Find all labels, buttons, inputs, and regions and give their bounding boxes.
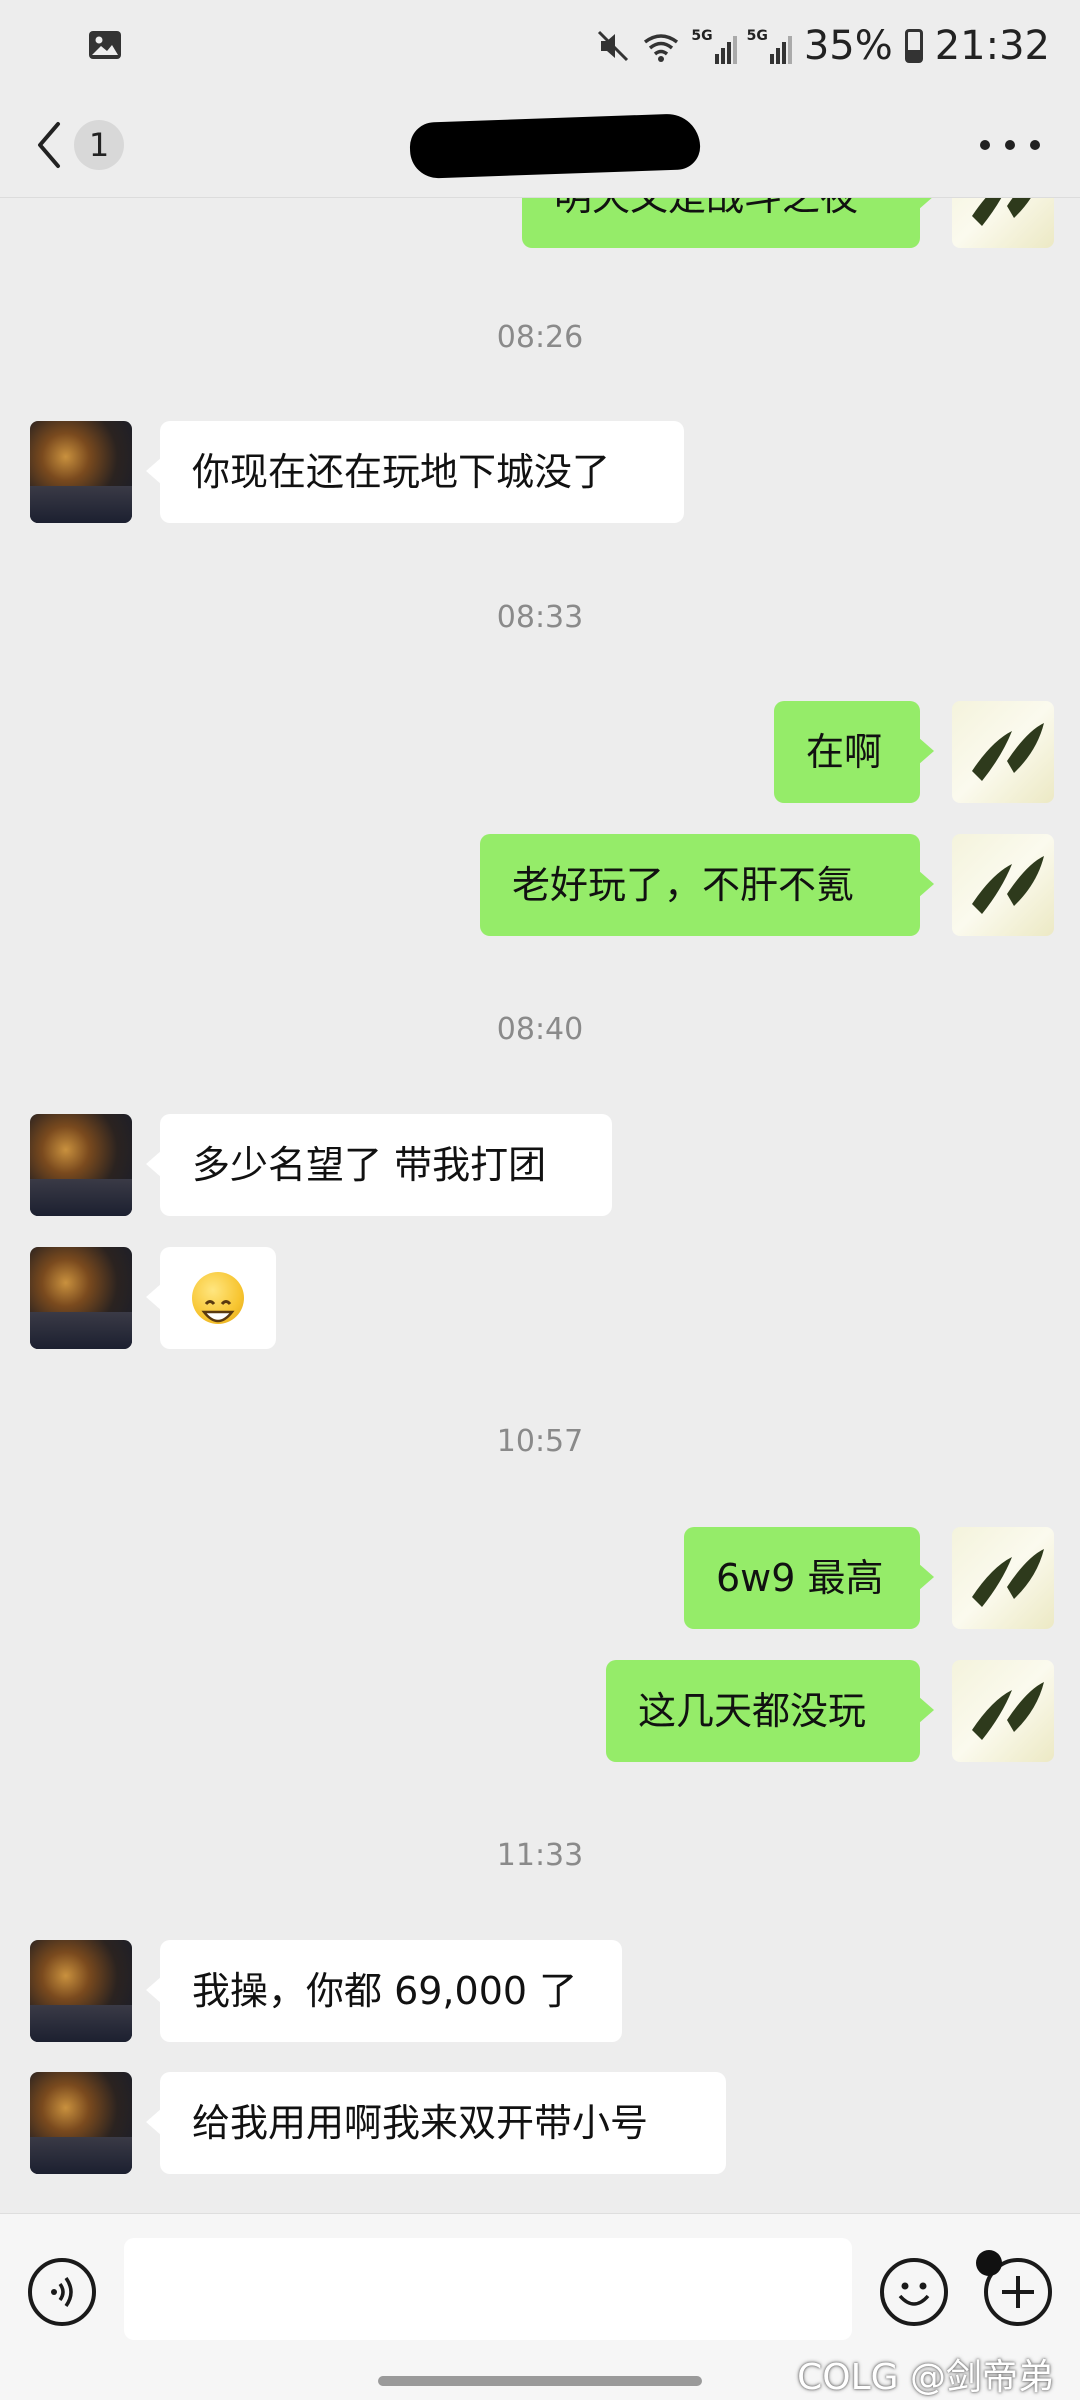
message-bubble-incoming[interactable]: 我操，你都 69,000 了 xyxy=(146,1940,622,2042)
signal-5g-icon: 5G xyxy=(747,28,792,64)
message-bubble-outgoing[interactable]: 6w9 最高 xyxy=(684,1527,934,1629)
clock: 21:32 xyxy=(934,23,1050,69)
home-indicator[interactable] xyxy=(378,2376,702,2386)
status-right: 5G 5G 35% 21:32 xyxy=(595,18,1050,74)
back-button[interactable]: 1 xyxy=(34,110,124,180)
chat-title[interactable] xyxy=(409,110,701,180)
contact-avatar[interactable] xyxy=(30,1940,132,2042)
message-timestamp: 08:40 xyxy=(496,1012,584,1047)
dot-icon xyxy=(1005,140,1015,150)
my-avatar[interactable] xyxy=(952,1527,1054,1629)
message-timestamp: 08:26 xyxy=(496,320,584,355)
grinning-face-emoji xyxy=(192,1272,244,1324)
battery-percentage: 35% xyxy=(803,23,893,69)
voice-icon xyxy=(51,2276,73,2308)
message-bubble-outgoing[interactable]: 这几天都没玩 xyxy=(606,1660,934,1762)
message-bubble-outgoing[interactable]: 老好玩了，不肝不氪 xyxy=(480,834,934,936)
message-list[interactable]: 明天又是战斗之夜 08:26 你现在还在玩地下城没了 08:33 在啊 老好玩了… xyxy=(0,198,1080,2213)
smiley-icon xyxy=(898,2282,930,2306)
more-options-button[interactable] xyxy=(980,128,1040,162)
redacted-contact-name xyxy=(409,112,701,180)
my-avatar[interactable] xyxy=(952,1660,1054,1762)
contact-avatar[interactable] xyxy=(30,1114,132,1216)
unread-count-badge: 1 xyxy=(74,120,124,170)
message-bubble-outgoing[interactable]: 明天又是战斗之夜 xyxy=(522,198,934,248)
message-bubble-incoming[interactable] xyxy=(146,1247,276,1349)
message-timestamp: 11:33 xyxy=(496,1838,584,1873)
voice-input-button[interactable] xyxy=(28,2258,96,2326)
network-label: 5G xyxy=(746,28,768,44)
watermark: COLG @剑帝弟 xyxy=(797,2357,1054,2398)
message-input-bar: COLG @剑帝弟 xyxy=(0,2213,1080,2400)
contact-avatar[interactable] xyxy=(30,1247,132,1349)
message-bubble-outgoing[interactable]: 在啊 xyxy=(774,701,934,803)
mute-icon xyxy=(598,30,629,62)
image-icon xyxy=(89,31,121,59)
status-bar: 5G 5G 35% 21:32 xyxy=(0,0,1080,92)
chevron-left-icon xyxy=(38,122,60,168)
status-icons: 5G 5G xyxy=(595,28,792,64)
message-bubble-incoming[interactable]: 多少名望了 带我打团 xyxy=(146,1114,612,1216)
message-text-field[interactable] xyxy=(124,2238,852,2340)
battery-icon xyxy=(904,29,923,63)
dot-icon xyxy=(1030,140,1040,150)
contact-avatar[interactable] xyxy=(30,421,132,523)
my-avatar[interactable] xyxy=(952,834,1054,936)
contact-avatar[interactable] xyxy=(30,2072,132,2174)
message-timestamp: 08:33 xyxy=(496,600,584,635)
chat-header: 1 xyxy=(0,92,1080,198)
wifi-icon xyxy=(644,34,679,62)
dot-icon xyxy=(980,140,990,150)
my-avatar[interactable] xyxy=(952,701,1054,803)
message-bubble-incoming[interactable]: 给我用用啊我来双开带小号 xyxy=(146,2072,726,2174)
notification-dot xyxy=(976,2250,1002,2276)
message-bubble-incoming[interactable]: 你现在还在玩地下城没了 xyxy=(146,421,684,523)
network-label: 5G xyxy=(691,28,713,44)
my-avatar[interactable] xyxy=(952,198,1054,248)
signal-5g-icon: 5G xyxy=(691,28,737,64)
emoji-button[interactable] xyxy=(880,2258,948,2326)
message-timestamp: 10:57 xyxy=(496,1424,584,1459)
